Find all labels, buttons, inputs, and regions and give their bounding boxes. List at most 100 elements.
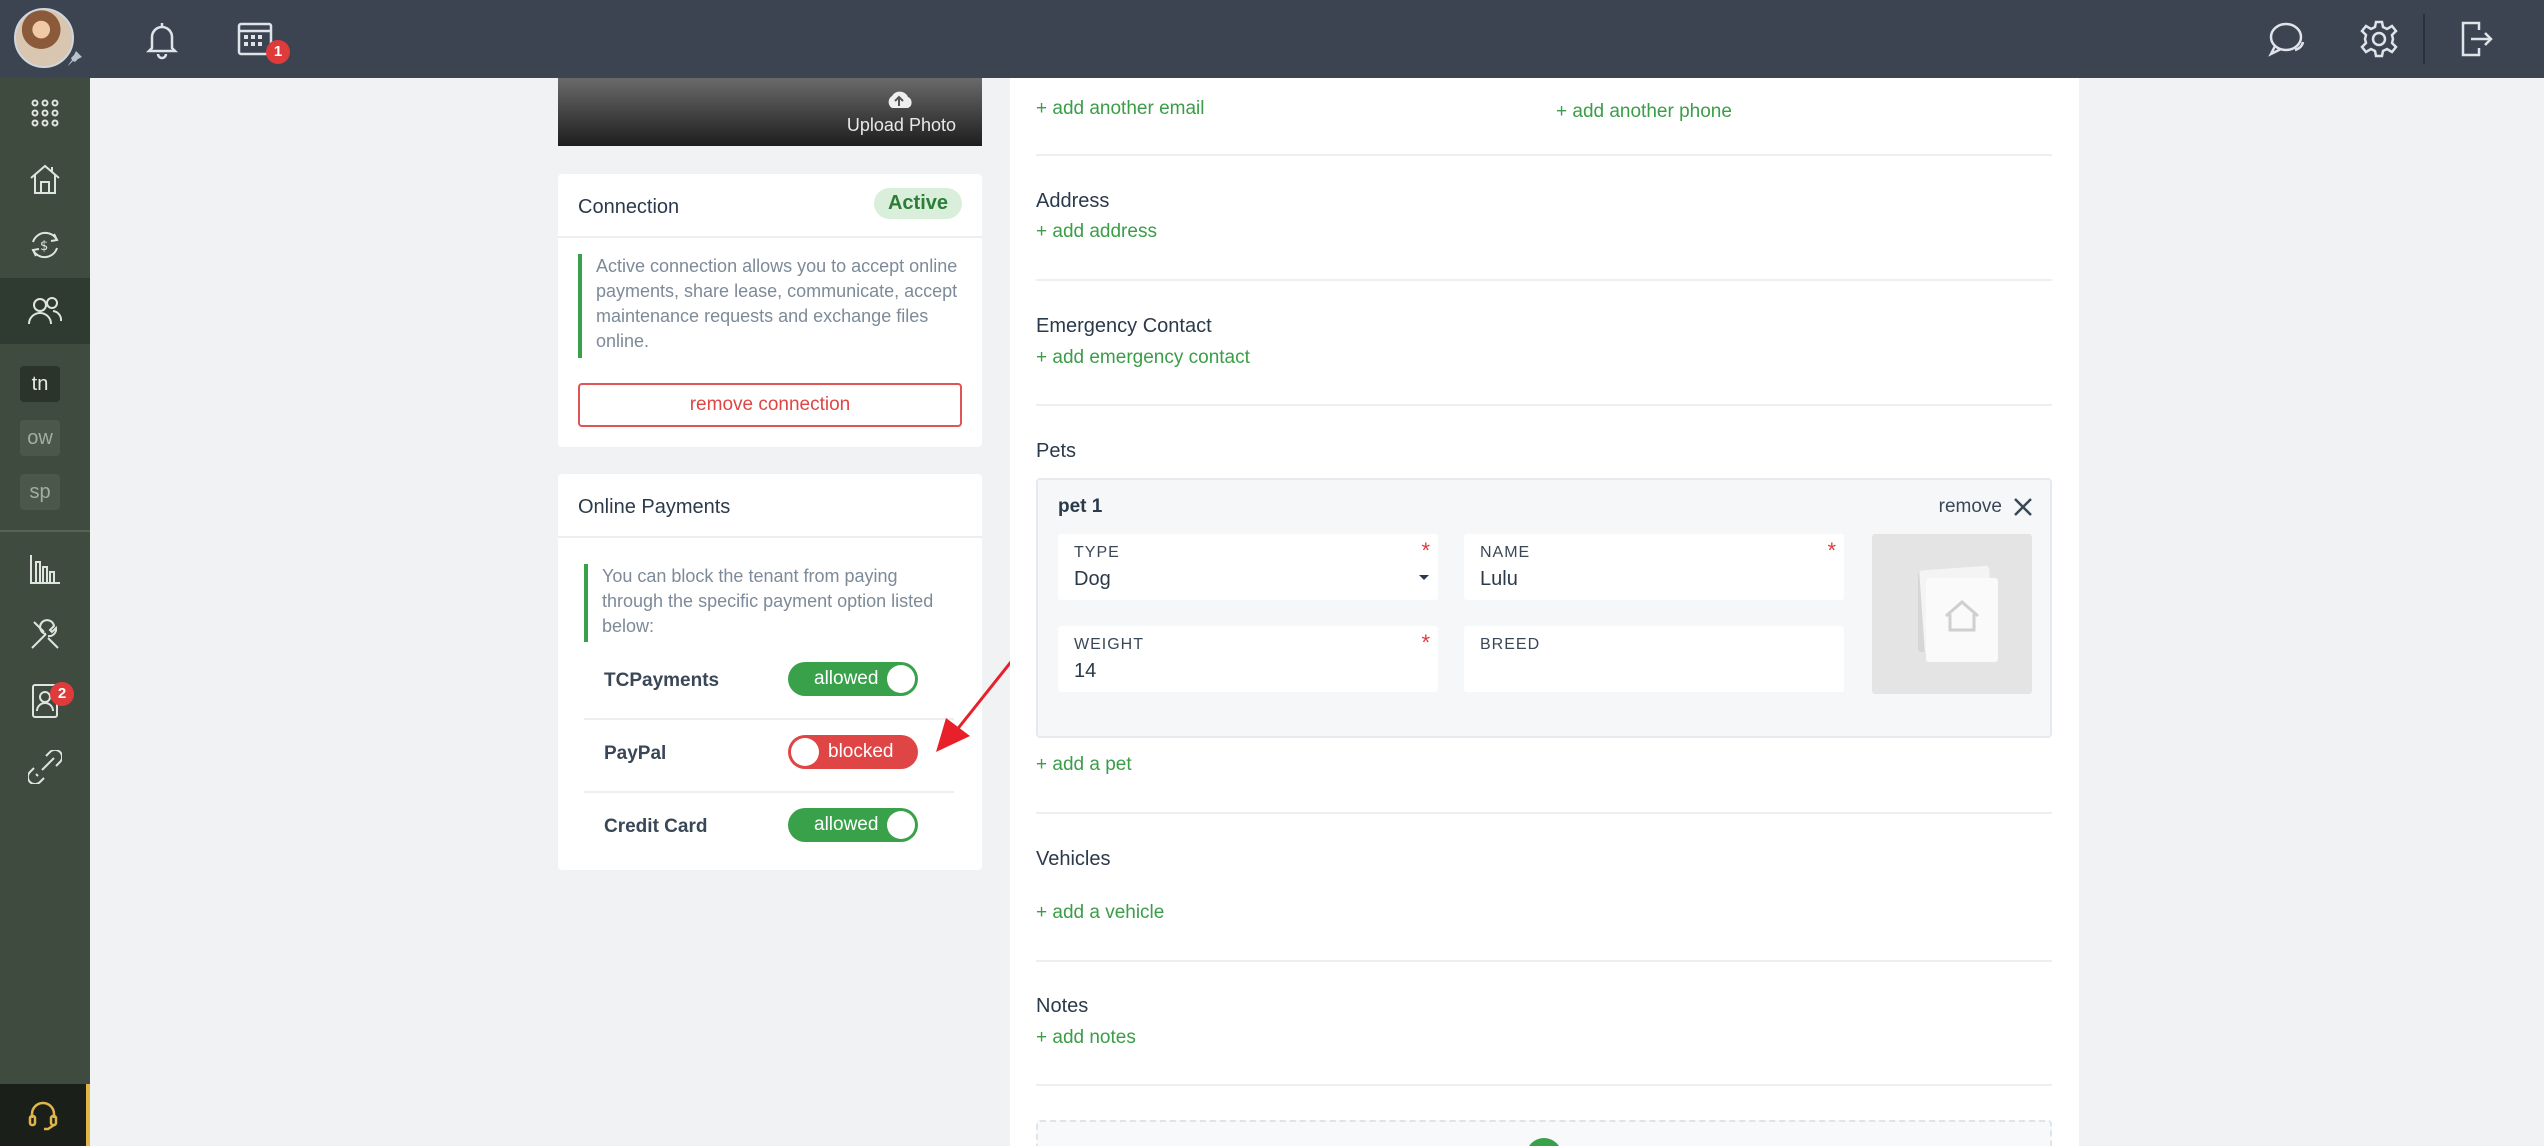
nav-integrations[interactable] <box>0 734 90 800</box>
contacts-badge: 2 <box>50 682 74 706</box>
field-label: NAME <box>1480 544 1531 561</box>
field-label: TYPE <box>1074 544 1120 561</box>
nav-apps[interactable] <box>0 80 90 146</box>
pet-title: pet 1 <box>1058 496 1103 517</box>
field-value: 14 <box>1074 660 1097 682</box>
pet-photo-placeholder[interactable] <box>1872 534 2032 694</box>
upload-dropzone[interactable] <box>1036 1120 2052 1146</box>
caret-down-icon <box>1419 575 1429 580</box>
gear-icon[interactable] <box>2358 18 2400 60</box>
payment-option-label: PayPal <box>604 743 667 764</box>
house-icon <box>30 164 60 194</box>
required-marker: * <box>1421 538 1430 563</box>
nav-payments[interactable]: $ <box>0 212 90 278</box>
payment-option-paypal: PayPal blocked <box>584 719 954 792</box>
toggle-state: blocked <box>828 741 894 762</box>
field-value: Lulu <box>1480 568 1518 590</box>
topbar-divider <box>2423 14 2425 64</box>
required-marker: * <box>1827 538 1836 563</box>
nav-maintenance[interactable] <box>0 602 90 668</box>
bar-chart-icon <box>30 555 60 584</box>
grid-icon <box>31 99 59 127</box>
section-divider <box>1036 279 2052 281</box>
section-divider <box>1036 404 2052 406</box>
calendar-badge: 1 <box>266 40 290 64</box>
remove-pet-button[interactable]: remove <box>1939 496 2002 518</box>
address-title: Address <box>1036 190 1110 212</box>
nav-divider <box>0 530 90 532</box>
connection-card: Connection Active Active connection allo… <box>558 174 982 447</box>
field-label: WEIGHT <box>1074 636 1144 653</box>
status-badge: Active <box>873 188 962 219</box>
add-address-link[interactable]: + add address <box>1036 221 1157 243</box>
headset-icon <box>28 1101 58 1131</box>
nav-people[interactable] <box>0 278 90 344</box>
photo-placeholder-icon <box>1918 565 1998 662</box>
svg-text:$: $ <box>40 239 48 254</box>
payment-option-label: Credit Card <box>604 816 708 837</box>
tenant-photo: Upload Photo <box>558 78 982 146</box>
pet-type-select[interactable]: TYPE * Dog <box>1058 534 1438 600</box>
field-label: BREED <box>1480 636 1541 653</box>
payment-option-credit-card: Credit Card allowed <box>584 792 954 865</box>
cloud-upload-icon <box>888 91 912 108</box>
nav-tag-tn[interactable]: tn <box>20 366 60 402</box>
chat-icon[interactable] <box>2265 18 2307 60</box>
people-icon <box>28 297 63 325</box>
section-divider <box>1036 1084 2052 1086</box>
upload-photo-button[interactable]: Upload Photo <box>847 115 956 136</box>
connection-info: Active connection allows you to accept o… <box>578 254 968 358</box>
nav-contacts[interactable] <box>0 668 90 734</box>
pet-weight-input[interactable]: WEIGHT * 14 <box>1058 626 1438 692</box>
online-payments-info: You can block the tenant from paying thr… <box>584 564 962 642</box>
add-pet-link[interactable]: + add a pet <box>1036 754 1132 776</box>
add-phone-link[interactable]: + add another phone <box>1556 101 1732 123</box>
online-payments-title: Online Payments <box>578 496 731 518</box>
tcpayments-toggle[interactable]: allowed <box>788 662 918 696</box>
pin-icon <box>66 50 84 68</box>
tools-icon <box>31 619 59 649</box>
paypal-toggle[interactable]: blocked <box>788 735 918 769</box>
notes-title: Notes <box>1036 995 1089 1017</box>
toggle-knob <box>887 665 915 693</box>
remove-connection-button[interactable]: remove connection <box>578 383 962 427</box>
payment-option-label: TCPayments <box>604 670 720 691</box>
left-sidebar: $ tn ow sp 2 <box>0 78 90 1146</box>
user-avatar[interactable] <box>14 8 74 68</box>
nav-tag-sp[interactable]: sp <box>20 474 60 510</box>
required-marker: * <box>1421 630 1430 655</box>
main-panel: + add another email + add another phone … <box>1010 78 2079 1146</box>
toggle-knob <box>887 811 915 839</box>
toggle-knob <box>791 738 819 766</box>
add-notes-link[interactable]: + add notes <box>1036 1027 1136 1049</box>
toggle-state: allowed <box>814 814 879 835</box>
add-emergency-contact-link[interactable]: + add emergency contact <box>1036 347 1250 369</box>
online-payments-card: Online Payments You can block the tenant… <box>558 474 982 870</box>
money-cycle-icon: $ <box>31 231 59 259</box>
card-divider <box>558 536 982 538</box>
support-button[interactable] <box>0 1084 90 1146</box>
add-icon <box>1526 1138 1562 1146</box>
field-value: Dog <box>1074 568 1111 590</box>
section-divider <box>1036 960 2052 962</box>
bell-icon[interactable] <box>141 18 183 60</box>
nav-tag-ow[interactable]: ow <box>20 420 60 456</box>
section-divider <box>1036 154 2052 156</box>
close-icon[interactable] <box>2012 496 2034 518</box>
vehicles-title: Vehicles <box>1036 848 1111 870</box>
add-vehicle-link[interactable]: + add a vehicle <box>1036 902 1164 924</box>
pets-title: Pets <box>1036 440 1077 462</box>
section-divider <box>1036 812 2052 814</box>
add-email-link[interactable]: + add another email <box>1036 98 1204 120</box>
connection-title: Connection <box>578 196 680 218</box>
credit-card-toggle[interactable]: allowed <box>788 808 918 842</box>
payment-option-tcpayments: TCPayments allowed <box>584 646 954 719</box>
top-bar: 1 <box>0 0 2544 78</box>
logout-icon[interactable] <box>2455 18 2497 60</box>
emergency-contact-title: Emergency Contact <box>1036 315 1212 337</box>
nav-properties[interactable] <box>0 146 90 212</box>
card-divider <box>558 236 982 238</box>
pet-breed-input[interactable]: BREED <box>1464 626 1844 692</box>
nav-reports[interactable] <box>0 536 90 602</box>
pet-name-input[interactable]: NAME * Lulu <box>1464 534 1844 600</box>
